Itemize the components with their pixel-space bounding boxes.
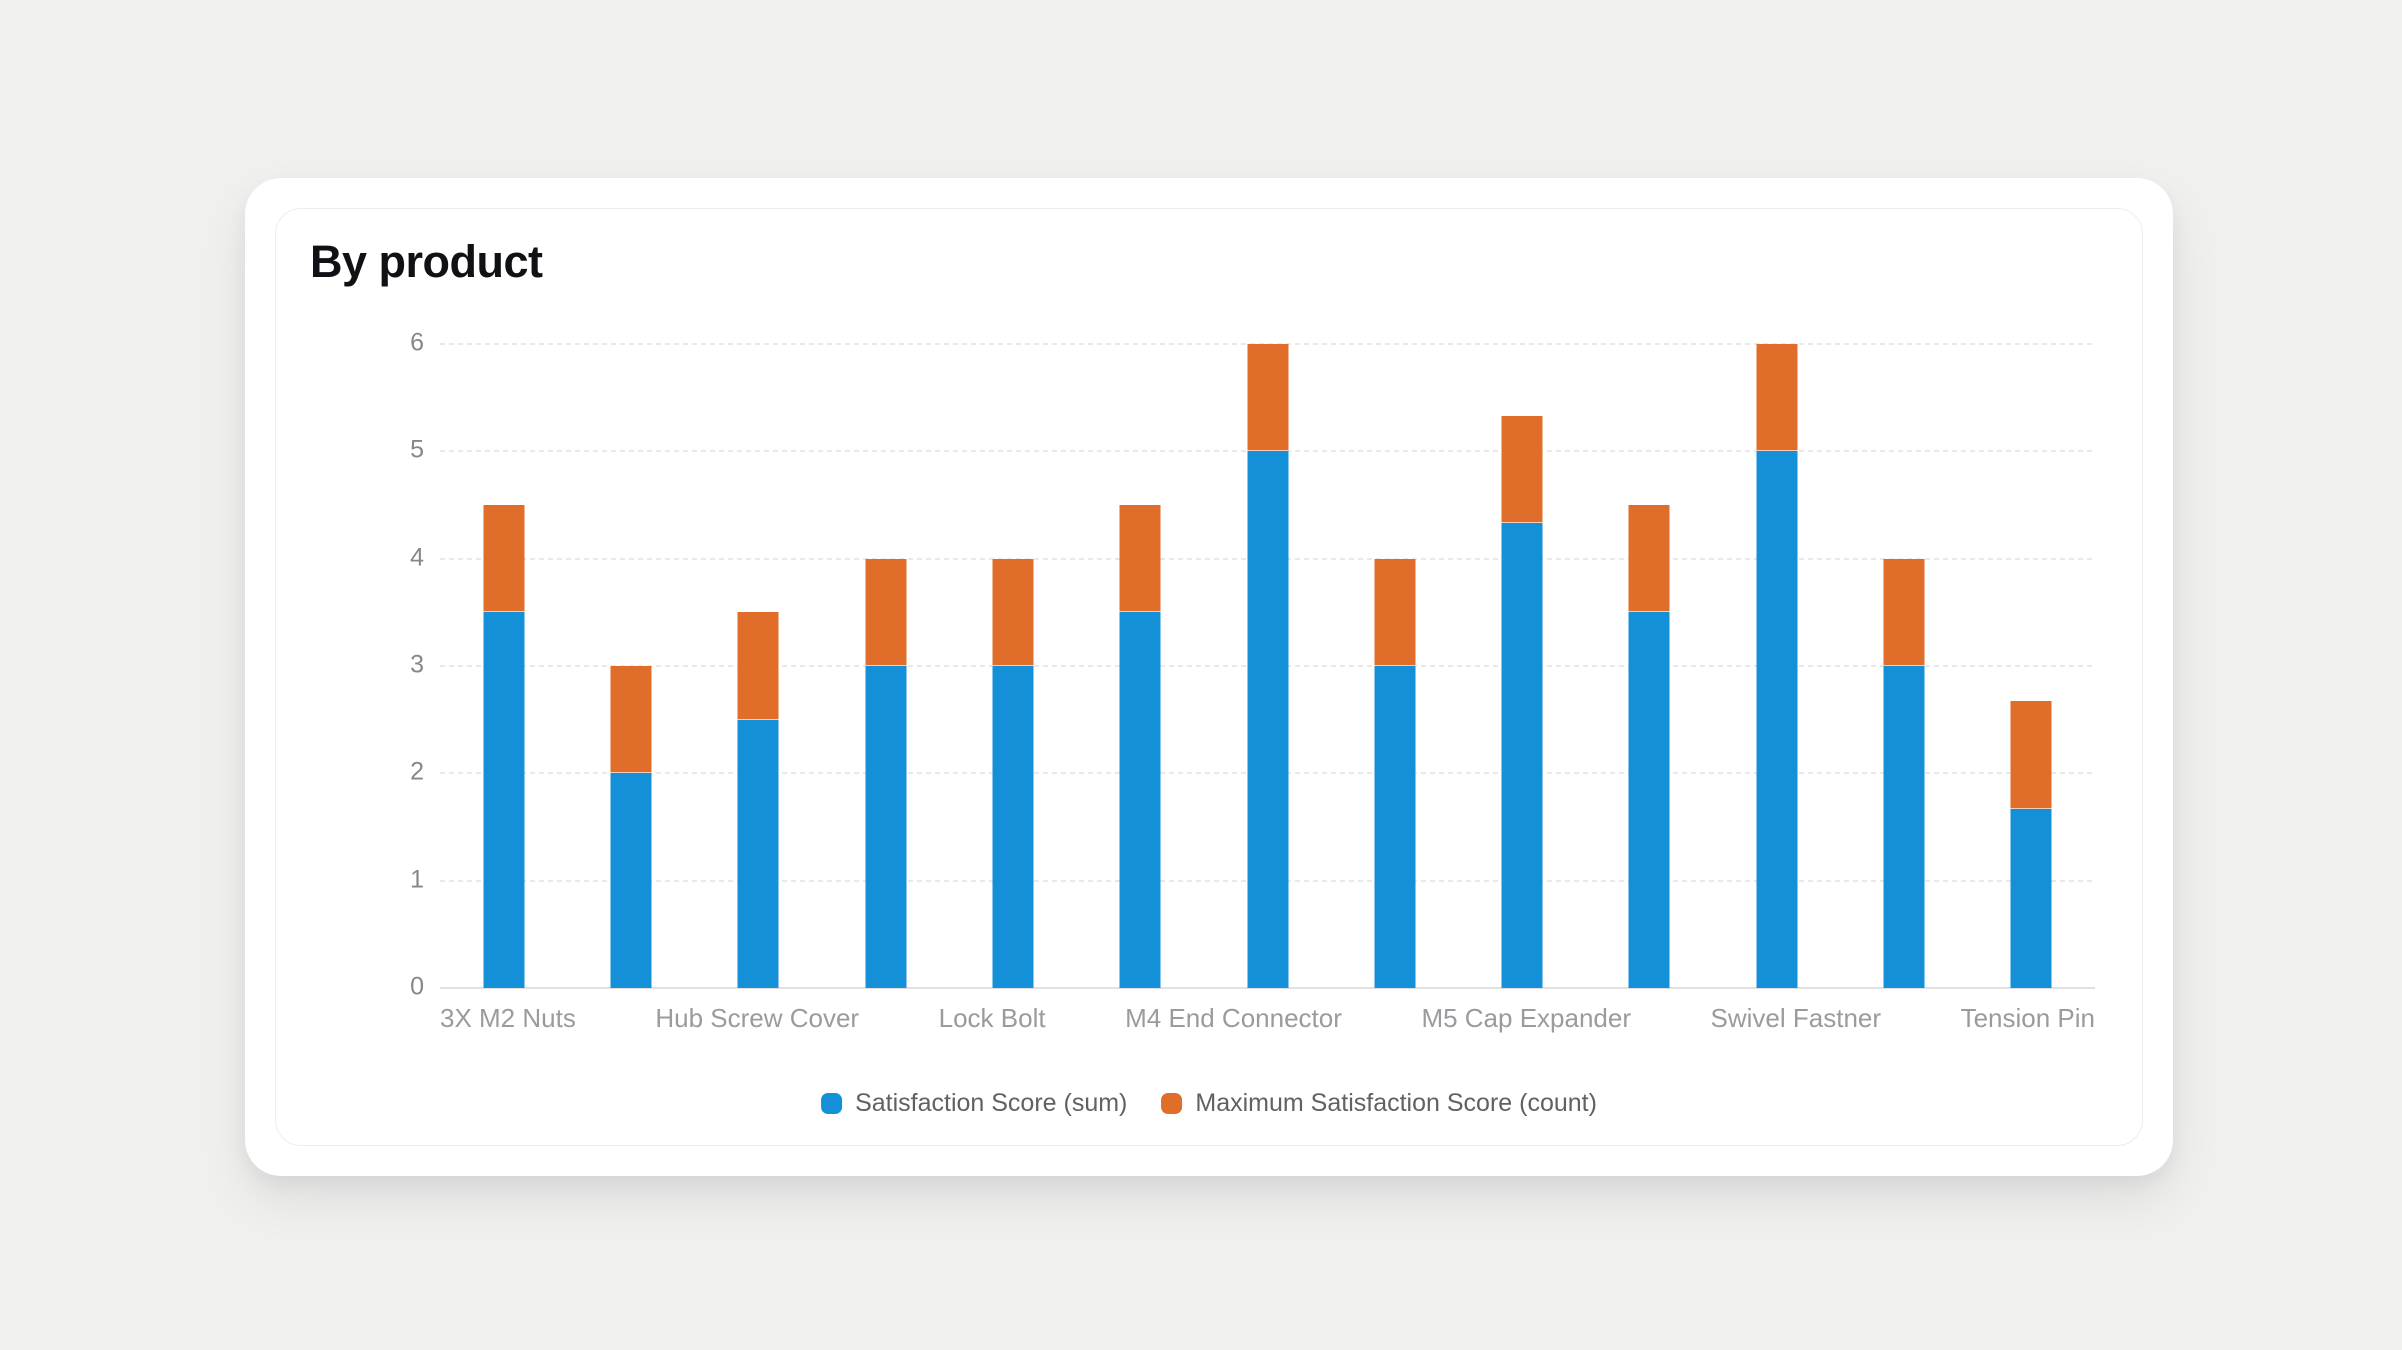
chart-legend: Satisfaction Score (sum) Maximum Satisfac… bbox=[821, 1089, 1597, 1118]
x-tick-slot bbox=[1046, 1004, 1126, 1036]
bar-stack bbox=[1374, 559, 1415, 988]
bar-slot bbox=[949, 344, 1076, 988]
bar-slot bbox=[1968, 344, 2095, 988]
bar-stack bbox=[865, 559, 906, 988]
bar-segment-maximum-satisfaction-score[interactable] bbox=[1629, 505, 1670, 612]
chart-title: By product bbox=[310, 236, 543, 288]
bar-segment-maximum-satisfaction-score[interactable] bbox=[1502, 416, 1543, 523]
bar-stack bbox=[1756, 344, 1797, 988]
y-tick-label: 2 bbox=[410, 760, 424, 785]
x-tick-slot: Lock Bolt bbox=[939, 1004, 1046, 1036]
y-tick-label: 5 bbox=[410, 438, 424, 463]
bar-stack bbox=[1502, 416, 1543, 988]
legend-swatch bbox=[821, 1093, 842, 1114]
bar-segment-maximum-satisfaction-score[interactable] bbox=[1120, 505, 1161, 612]
x-tick-label: M5 Cap Expander bbox=[1421, 1004, 1631, 1033]
bar-segment-maximum-satisfaction-score[interactable] bbox=[992, 559, 1033, 666]
x-tick-label: Swivel Fastner bbox=[1711, 1004, 1882, 1033]
x-tick-slot bbox=[859, 1004, 939, 1036]
bar-slot bbox=[1840, 344, 1967, 988]
x-tick-slot bbox=[1881, 1004, 1961, 1036]
y-tick-label: 6 bbox=[410, 330, 424, 355]
bar-stack bbox=[1120, 505, 1161, 988]
y-tick-label: 4 bbox=[410, 545, 424, 570]
bar-segment-satisfaction-score[interactable] bbox=[1629, 612, 1670, 988]
bar-slot bbox=[440, 344, 567, 988]
bar-stack bbox=[992, 559, 1033, 988]
bar-segment-satisfaction-score[interactable] bbox=[865, 666, 906, 988]
bar-slot bbox=[1586, 344, 1713, 988]
x-tick-slot: M5 Cap Expander bbox=[1421, 1004, 1631, 1036]
bar-segment-satisfaction-score[interactable] bbox=[2011, 809, 2052, 988]
bar-stack bbox=[483, 505, 524, 988]
bar-segment-maximum-satisfaction-score[interactable] bbox=[1884, 559, 1925, 666]
bar-segment-satisfaction-score[interactable] bbox=[610, 773, 651, 988]
bar-stack bbox=[2011, 701, 2052, 988]
bar-segment-maximum-satisfaction-score[interactable] bbox=[483, 505, 524, 612]
x-tick-slot: 3X M2 Nuts bbox=[440, 1004, 576, 1036]
x-tick-label: M4 End Connector bbox=[1125, 1004, 1342, 1033]
x-tick-label: 3X M2 Nuts bbox=[440, 1004, 576, 1033]
x-tick-label: Lock Bolt bbox=[939, 1004, 1046, 1033]
legend-label: Satisfaction Score (sum) bbox=[855, 1089, 1127, 1118]
bar-slot bbox=[1459, 344, 1586, 988]
x-tick-slot bbox=[1631, 1004, 1711, 1036]
y-tick-label: 1 bbox=[410, 867, 424, 892]
bar-segment-satisfaction-score[interactable] bbox=[483, 612, 524, 988]
plot-area: 0123456 3X M2 NutsHub Screw CoverLock Bo… bbox=[440, 344, 2095, 988]
x-tick-slot bbox=[576, 1004, 656, 1036]
x-axis-labels: 3X M2 Nuts Hub Screw Cover Lock Bolt M4 End… bbox=[440, 1004, 2095, 1036]
bar-segment-maximum-satisfaction-score[interactable] bbox=[610, 666, 651, 773]
bar-slot bbox=[1077, 344, 1204, 988]
bar-stack bbox=[610, 666, 651, 988]
bar-segment-satisfaction-score[interactable] bbox=[1247, 451, 1288, 988]
legend-swatch bbox=[1161, 1093, 1182, 1114]
x-tick-slot: Tension Pin bbox=[1961, 1004, 2095, 1036]
legend-item[interactable]: Maximum Satisfaction Score (count) bbox=[1161, 1089, 1597, 1118]
bar-stack bbox=[738, 612, 779, 988]
legend-item[interactable]: Satisfaction Score (sum) bbox=[821, 1089, 1127, 1118]
bar-segment-maximum-satisfaction-score[interactable] bbox=[1756, 344, 1797, 451]
bar-segment-maximum-satisfaction-score[interactable] bbox=[1247, 344, 1288, 451]
x-tick-label: Hub Screw Cover bbox=[655, 1004, 859, 1033]
x-tick-label: Tension Pin bbox=[1961, 1004, 2095, 1033]
x-tick-slot: Hub Screw Cover bbox=[655, 1004, 859, 1036]
bar-slot bbox=[822, 344, 949, 988]
bars-layer bbox=[440, 344, 2095, 988]
bar-segment-satisfaction-score[interactable] bbox=[1374, 666, 1415, 988]
x-tick-slot: Swivel Fastner bbox=[1711, 1004, 1882, 1036]
bar-slot bbox=[1331, 344, 1458, 988]
x-tick-slot: M4 End Connector bbox=[1125, 1004, 1342, 1036]
chart-card: By product 0123456 3X M2 NutsHub Screw C… bbox=[245, 178, 2173, 1176]
bar-segment-maximum-satisfaction-score[interactable] bbox=[738, 612, 779, 719]
bar-segment-maximum-satisfaction-score[interactable] bbox=[865, 559, 906, 666]
bar-segment-maximum-satisfaction-score[interactable] bbox=[2011, 701, 2052, 808]
bar-slot bbox=[567, 344, 694, 988]
bar-stack bbox=[1247, 344, 1288, 988]
bar-segment-satisfaction-score[interactable] bbox=[738, 720, 779, 988]
legend-label: Maximum Satisfaction Score (count) bbox=[1195, 1089, 1597, 1118]
bar-stack bbox=[1884, 559, 1925, 988]
y-tick-label: 3 bbox=[410, 652, 424, 677]
bar-stack bbox=[1629, 505, 1670, 988]
bar-segment-satisfaction-score[interactable] bbox=[1884, 666, 1925, 988]
bar-slot bbox=[1204, 344, 1331, 988]
bar-segment-satisfaction-score[interactable] bbox=[992, 666, 1033, 988]
x-tick-slot bbox=[1342, 1004, 1422, 1036]
bar-segment-satisfaction-score[interactable] bbox=[1120, 612, 1161, 988]
y-tick-label: 0 bbox=[410, 974, 424, 999]
bar-segment-maximum-satisfaction-score[interactable] bbox=[1374, 559, 1415, 666]
bar-slot bbox=[695, 344, 822, 988]
bar-slot bbox=[1713, 344, 1840, 988]
bar-segment-satisfaction-score[interactable] bbox=[1756, 451, 1797, 988]
bar-segment-satisfaction-score[interactable] bbox=[1502, 523, 1543, 988]
page-background: { "card": { "title": "By product" }, "ch… bbox=[0, 0, 2402, 1350]
